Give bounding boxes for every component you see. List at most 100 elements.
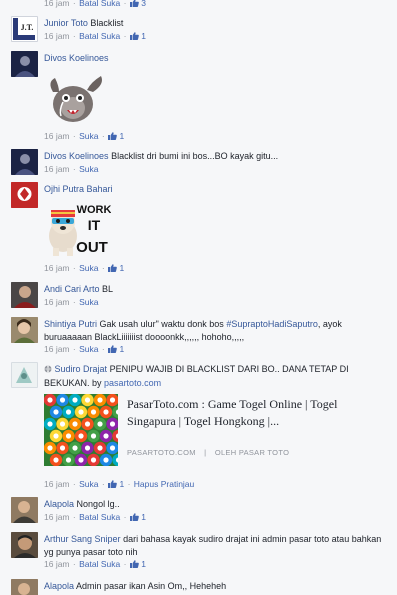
external-link[interactable]: pasartoto.com bbox=[104, 378, 161, 388]
comment-author[interactable]: Ojhi Putra Bahari bbox=[44, 184, 113, 194]
sticker-text-line: IT bbox=[88, 217, 101, 233]
comment-time[interactable]: 16 jam bbox=[44, 559, 70, 569]
comment-text: Admin pasar ikan Asin Om,, Heheheh bbox=[76, 581, 227, 591]
lottery-ball-label-spot bbox=[84, 421, 91, 427]
comment-text: Nongol lg.. bbox=[76, 499, 120, 509]
comment-author[interactable]: Andi Cari Arto bbox=[44, 284, 100, 294]
lottery-ball-label-spot bbox=[90, 409, 97, 415]
like-icon bbox=[129, 0, 139, 10]
like-icon bbox=[108, 479, 117, 491]
comment-time[interactable]: 16 jam bbox=[44, 0, 70, 8]
avatar[interactable] bbox=[11, 497, 38, 523]
comment-author[interactable]: Shintiya Putri bbox=[44, 319, 97, 329]
comment-author[interactable]: Alapola bbox=[44, 499, 74, 509]
comment-author[interactable]: Divos Koelinoes bbox=[44, 151, 109, 161]
comment-meta: 16 jam · Batal Suka · 1 bbox=[44, 559, 146, 569]
unlike-button[interactable]: Batal Suka bbox=[79, 0, 120, 8]
like-count[interactable]: 1 bbox=[141, 31, 146, 41]
like-count[interactable]: 1 bbox=[141, 559, 146, 569]
lottery-ball-label-spot bbox=[90, 433, 97, 439]
unlike-button[interactable]: Batal Suka bbox=[79, 559, 120, 569]
avatar[interactable] bbox=[11, 317, 38, 343]
lottery-ball-label-spot bbox=[59, 421, 66, 427]
comment-item: Sudiro Drajat PENIPU WAJIB DI BLACKLIST … bbox=[0, 361, 397, 493]
comment-item: Divos Koelinoes 16 jam · Suka · 1 bbox=[0, 50, 397, 145]
like-button[interactable]: Suka bbox=[79, 297, 98, 307]
comment-item: 16 jam · Batal Suka · 3 bbox=[0, 0, 397, 9]
lottery-ball-label-spot bbox=[47, 397, 53, 403]
sticker-text-line: OUT bbox=[76, 239, 108, 256]
like-icon bbox=[129, 512, 139, 524]
hashtag-link[interactable]: #SupraptoHadiSaputro bbox=[226, 319, 318, 329]
avatar[interactable]: J.T. bbox=[11, 16, 38, 42]
like-button[interactable]: Suka bbox=[79, 344, 98, 354]
lottery-ball-label-spot bbox=[103, 433, 109, 439]
comment-time[interactable]: 16 jam bbox=[44, 297, 70, 307]
lottery-ball-label-spot bbox=[65, 433, 72, 439]
avatar[interactable] bbox=[11, 362, 38, 388]
unlike-button[interactable]: Batal Suka bbox=[79, 512, 120, 522]
like-count[interactable]: 1 bbox=[119, 479, 124, 489]
avatar-logo-text: J.T. bbox=[21, 23, 34, 32]
comment-meta: 16 jam · Batal Suka · 1 bbox=[44, 511, 146, 524]
lottery-ball-label-spot bbox=[84, 445, 91, 451]
like-button[interactable]: Suka bbox=[79, 479, 98, 489]
like-count[interactable]: 1 bbox=[119, 263, 124, 273]
comment-meta: 16 jam · Suka · 1 bbox=[44, 263, 125, 275]
lottery-ball-label-spot bbox=[65, 409, 72, 415]
like-button[interactable]: Suka bbox=[79, 263, 98, 273]
comment-time[interactable]: 16 jam bbox=[44, 512, 70, 522]
comment-text: Blacklist bbox=[90, 18, 124, 28]
like-icon bbox=[108, 263, 117, 275]
link-preview-title[interactable]: PasarToto.com : Game Togel Online | Toge… bbox=[127, 396, 362, 430]
comment-time[interactable]: 16 jam bbox=[44, 263, 70, 273]
lottery-ball-label-spot bbox=[109, 397, 116, 403]
link-preview-card[interactable]: PasarToto.com : Game Togel Online | Toge… bbox=[44, 394, 364, 469]
like-button[interactable]: Suka bbox=[79, 131, 98, 141]
lottery-ball-label-spot bbox=[97, 445, 103, 451]
lottery-ball-label-spot bbox=[103, 457, 109, 463]
link-preview-meta: PASARTOTO.COM | OLEH PASAR TOTO bbox=[127, 448, 289, 457]
comment-item: Ojhi Putra Bahari WORK IT OUT 16 jam · S… bbox=[0, 181, 397, 276]
avatar[interactable] bbox=[11, 182, 38, 208]
like-count[interactable]: 1 bbox=[119, 344, 124, 354]
avatar[interactable] bbox=[11, 282, 38, 308]
lottery-ball-label-spot bbox=[72, 421, 78, 427]
sticker-text-line: WORK bbox=[77, 204, 111, 216]
lottery-ball-label-spot bbox=[84, 397, 91, 403]
comment-time[interactable]: 16 jam bbox=[44, 164, 70, 174]
like-icon bbox=[108, 131, 117, 143]
comment-author[interactable]: Alapola bbox=[44, 581, 74, 591]
lottery-ball-label-spot bbox=[97, 421, 103, 427]
comment-text: BL bbox=[102, 284, 114, 294]
avatar[interactable] bbox=[11, 149, 38, 175]
comment-meta: 16 jam · Suka · 1 bbox=[44, 131, 125, 143]
like-count[interactable]: 1 bbox=[119, 131, 124, 141]
comment-time[interactable]: 16 jam bbox=[44, 131, 70, 141]
comment-author[interactable]: Arthur Sang Sniper bbox=[44, 534, 121, 544]
comment-item: Shintiya Putri Gak usah ulur" waktu donk… bbox=[0, 316, 397, 358]
avatar[interactable] bbox=[11, 579, 38, 595]
like-count[interactable]: 1 bbox=[141, 512, 146, 522]
avatar[interactable] bbox=[11, 532, 38, 558]
lottery-ball-label-spot bbox=[109, 421, 116, 427]
remove-preview-button[interactable]: Hapus Pratinjau bbox=[134, 479, 194, 489]
comment-meta: 16 jam · Suka · 1 bbox=[44, 344, 125, 354]
like-count[interactable]: 3 bbox=[141, 0, 146, 8]
comment-author[interactable]: Sudiro Drajat bbox=[55, 364, 108, 374]
like-button[interactable]: Suka bbox=[79, 164, 98, 174]
lottery-ball-label-spot bbox=[47, 421, 53, 427]
comment-time[interactable]: 16 jam bbox=[44, 344, 70, 354]
comment-author[interactable]: Junior Toto bbox=[44, 18, 88, 28]
like-icon bbox=[129, 31, 139, 43]
comment-author[interactable]: Divos Koelinoes bbox=[44, 53, 109, 63]
lottery-ball-label-spot bbox=[78, 409, 84, 415]
lottery-ball-label-spot bbox=[53, 409, 59, 415]
comment-time[interactable]: 16 jam bbox=[44, 31, 70, 41]
comment-time[interactable]: 16 jam bbox=[44, 479, 70, 489]
comment-text: Gak usah ulur" waktu donk bos bbox=[99, 319, 227, 329]
avatar[interactable] bbox=[11, 51, 38, 77]
unlike-button[interactable]: Batal Suka bbox=[79, 31, 120, 41]
lottery-ball-label-spot bbox=[78, 433, 84, 439]
link-preview-author: OLEH PASAR TOTO bbox=[214, 448, 290, 457]
